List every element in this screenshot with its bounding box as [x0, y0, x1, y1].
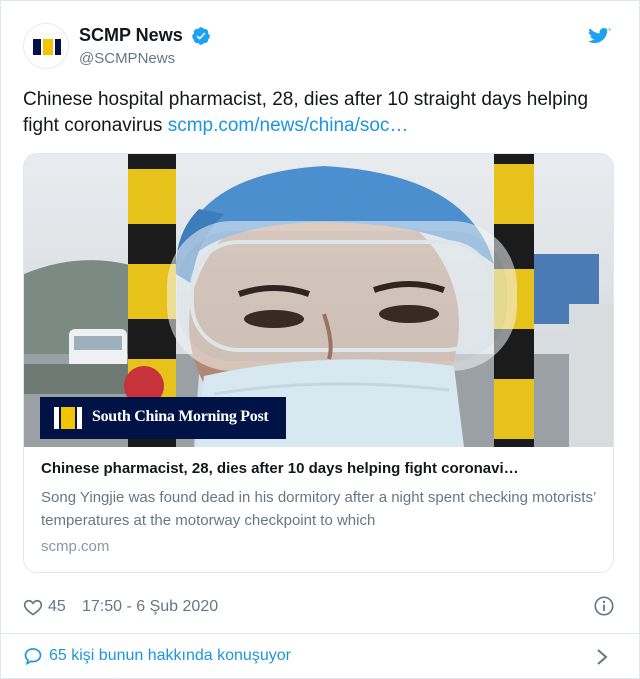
- conversation-link[interactable]: 65 kişi bunun hakkında konuşuyor: [23, 645, 619, 669]
- card-description: Song Yingjie was found dead in his dormi…: [41, 489, 596, 529]
- tweet-meta: 45 17:50 - 6 Şub 2020: [23, 595, 619, 619]
- card-title[interactable]: Chinese pharmacist, 28, dies after 10 da…: [41, 459, 599, 479]
- scmp-badge-text: South China Morning Post: [92, 408, 269, 425]
- tweet-link[interactable]: scmp.com/news/china/soc…: [168, 115, 409, 136]
- conversation-label[interactable]: 65 kişi bunun hakkında konuşuyor: [49, 647, 291, 665]
- heart-icon[interactable]: [23, 597, 43, 617]
- card-body[interactable]: Chinese pharmacist, 28, dies after 10 da…: [24, 447, 613, 572]
- twitter-bird-icon[interactable]: [589, 27, 611, 47]
- reply-bubble-icon: [24, 648, 42, 666]
- author-display-name[interactable]: SCMP News: [79, 25, 183, 46]
- divider: [1, 633, 640, 634]
- info-icon[interactable]: [593, 595, 615, 617]
- tweet-text: Chinese hospital pharmacist, 28, dies af…: [23, 87, 623, 139]
- verified-badge-icon: [192, 26, 210, 45]
- scmp-watermark: South China Morning Post: [40, 397, 286, 439]
- author-handle[interactable]: @SCMPNews: [79, 50, 211, 67]
- chevron-right-icon[interactable]: [595, 647, 609, 667]
- pharmacist-photo[interactable]: South China Morning Post: [24, 154, 613, 447]
- card-domain: scmp.com: [41, 538, 110, 555]
- link-preview-card[interactable]: South China Morning Post Chinese pharmac…: [23, 153, 614, 573]
- tweet-timestamp[interactable]: 17:50 - 6 Şub 2020: [82, 598, 218, 616]
- tweet-header: SCMP News @SCMPNews: [23, 23, 619, 75]
- like-count[interactable]: 45: [48, 598, 66, 616]
- author-block[interactable]: SCMP News @SCMPNews: [79, 25, 211, 67]
- tweet-embed: SCMP News @SCMPNews Chinese hospital pha…: [0, 0, 640, 679]
- scmp-badge-logo-icon: [54, 407, 82, 429]
- scmp-logo-icon[interactable]: [23, 23, 69, 69]
